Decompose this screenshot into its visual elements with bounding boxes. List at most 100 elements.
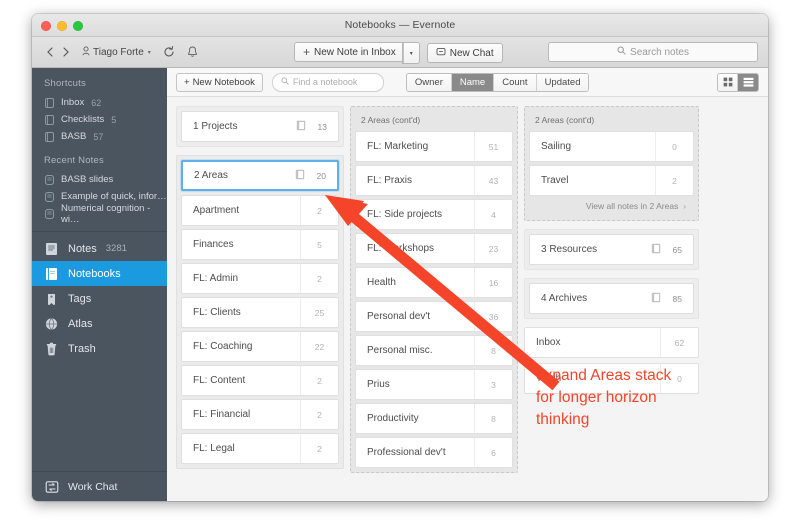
notebook-row[interactable]: Professional dev't 6 (355, 437, 513, 468)
stack-header-row[interactable]: 4 Archives 85 (529, 283, 694, 314)
sort-option-updated[interactable]: Updated (536, 73, 589, 91)
notebook-row[interactable]: FL: Side projects 4 (355, 199, 513, 230)
plus-icon: + (184, 76, 190, 88)
notebook-row[interactable]: FL: Marketing 51 (355, 131, 513, 162)
notebook-row[interactable]: FL: Praxis 43 (355, 165, 513, 196)
notebook-row[interactable]: Sailing 0 (529, 131, 694, 162)
sidebar-item-notebooks[interactable]: Notebooks (32, 261, 167, 286)
notebook-name: Health (367, 277, 396, 288)
notebook-row[interactable]: Health 16 (355, 267, 513, 298)
notebook-count: 3 (474, 370, 512, 399)
stack-icon (296, 120, 306, 134)
stack-header-row[interactable]: 3 Resources 65 (529, 234, 694, 265)
stack-header-row[interactable]: 1 Projects 13 (181, 111, 339, 142)
notebook-row[interactable]: FL: Clients 25 (181, 297, 339, 328)
notebook-row[interactable]: Productivity 8 (355, 403, 513, 434)
window-title: Notebooks — Evernote (344, 19, 456, 31)
bell-icon[interactable] (187, 46, 198, 58)
close-button[interactable] (41, 21, 51, 31)
find-notebook-input[interactable]: Find a notebook (271, 72, 384, 92)
new-note-dropdown[interactable]: ▾ (401, 42, 420, 64)
notebook-count: 2 (300, 196, 338, 225)
notebook-row[interactable]: FL: Coaching 22 (181, 331, 339, 362)
sidebar-item-notes[interactable]: Notes 3281 (32, 236, 167, 261)
notebook-column-3: 2 Areas (cont'd) Sailing 0 Travel 2 View… (524, 106, 699, 501)
grid-view-icon[interactable] (718, 73, 738, 91)
chevron-down-icon: ▾ (402, 43, 419, 63)
zoom-button[interactable] (73, 21, 83, 31)
notebook-count: 6 (474, 438, 512, 467)
sidebar-shortcut-basb[interactable]: BASB 57 (32, 128, 167, 145)
sidebar-recent-note-0[interactable]: BASB slides (32, 171, 167, 188)
notebook-name: Apartment (193, 205, 240, 216)
notebook-row[interactable]: Prius 3 (355, 369, 513, 400)
sidebar-shortcut-inbox[interactable]: Inbox 62 (32, 94, 167, 111)
sidebar-recent-note-2[interactable]: Numerical cognition - wi… (32, 203, 167, 225)
stack-3-resources[interactable]: 3 Resources 65 (524, 229, 699, 270)
chat-icon (436, 47, 446, 60)
notebook-name: FL: Admin (193, 273, 239, 284)
notebook-count: 4 (474, 200, 512, 229)
notebook-row[interactable]: FL: Financial 2 (181, 399, 339, 430)
new-notebook-button[interactable]: + New Notebook (176, 72, 263, 92)
sync-icon[interactable] (163, 46, 175, 58)
sort-option-owner[interactable]: Owner (406, 73, 452, 91)
notebook-count: 5 (300, 230, 338, 259)
sidebar-item-label: Atlas (68, 317, 93, 330)
sidebar-item-work-chat[interactable]: Work Chat (32, 471, 167, 501)
notebook-row[interactable]: Travel 2 (529, 165, 694, 196)
notebook-column-2: 2 Areas (cont'd) FL: Marketing 51 FL: Pr… (350, 106, 518, 501)
notebook-row[interactable]: Personal misc. 8 (355, 335, 513, 366)
new-note-button[interactable]: + New Note in Inbox (294, 42, 402, 62)
notebook-name: FL: Side projects (367, 209, 443, 220)
sidebar-item-atlas[interactable]: Atlas (32, 311, 167, 336)
new-chat-button[interactable]: New Chat (426, 43, 503, 63)
notebook-count: 51 (474, 132, 512, 161)
notebook-row-inbox[interactable]: Inbox 62 (524, 327, 699, 358)
new-note-group[interactable]: + New Note in Inbox ▾ (294, 42, 420, 64)
plus-icon: + (303, 45, 311, 59)
note-icon (45, 208, 54, 219)
stack-count: 20 (316, 170, 326, 181)
sidebar-item-tags[interactable]: Tags (32, 286, 167, 311)
notebook-name: Productivity (367, 413, 419, 424)
notebook-row[interactable]: FL: Content 2 (181, 365, 339, 396)
notebook-row[interactable]: FL: Workshops 23 (355, 233, 513, 264)
sidebar-recent-label: BASB slides (61, 174, 114, 185)
chevron-left-icon[interactable] (42, 43, 58, 61)
notebook-row[interactable]: Personal dev't 36 (355, 301, 513, 332)
notebook-count: 0 (655, 132, 693, 161)
search-input[interactable]: Search notes (548, 42, 758, 62)
note-icon (45, 191, 54, 202)
sort-segmented-control[interactable]: Owner Name Count Updated (405, 72, 590, 92)
chevron-right-icon[interactable] (58, 43, 74, 61)
stack-1-projects[interactable]: 1 Projects 13 (176, 106, 344, 147)
notebook-name: Finances (193, 239, 234, 250)
sort-option-count[interactable]: Count (494, 73, 537, 91)
stack-title: 1 Projects (193, 121, 238, 132)
notebook-row[interactable]: Apartment 2 (181, 195, 339, 226)
notebook-row[interactable]: FL: Admin 2 (181, 263, 339, 294)
sidebar-shortcut-label: Inbox (61, 97, 85, 108)
sort-option-name[interactable]: Name (451, 73, 495, 91)
notebook-row[interactable]: Finances 5 (181, 229, 339, 260)
stack-children: Sailing 0 Travel 2 (529, 131, 694, 196)
account-menu[interactable]: Tiago Forte ▾ (82, 45, 151, 59)
notebook-row[interactable]: FL: Legal 2 (181, 433, 339, 464)
stack-title: 2 Areas (194, 170, 228, 181)
view-all-notes-link[interactable]: View all notes in 2 Areas › (529, 196, 694, 216)
view-mode-toggle[interactable] (717, 72, 759, 92)
sidebar-shortcut-checklists[interactable]: Checklists 5 (32, 111, 167, 128)
notebook-count: 22 (300, 332, 338, 361)
stack-2-areas-contd-a: 2 Areas (cont'd) FL: Marketing 51 FL: Pr… (350, 106, 518, 473)
annotation-text: expand Areas stack for longer horizon th… (536, 367, 672, 428)
stack-header-row-selected[interactable]: 2 Areas 20 (181, 160, 339, 191)
stack-4-archives[interactable]: 4 Archives 85 (524, 278, 699, 319)
minimize-button[interactable] (57, 21, 67, 31)
list-view-icon[interactable] (738, 73, 758, 91)
stack-title: 3 Resources (541, 244, 598, 255)
stack-2-areas[interactable]: 2 Areas 20 Apartment 2 Finances 5 FL: Ad… (176, 155, 344, 469)
sidebar-item-label: Trash (68, 342, 96, 355)
window-controls[interactable] (41, 21, 83, 31)
sidebar-item-trash[interactable]: Trash (32, 336, 167, 361)
